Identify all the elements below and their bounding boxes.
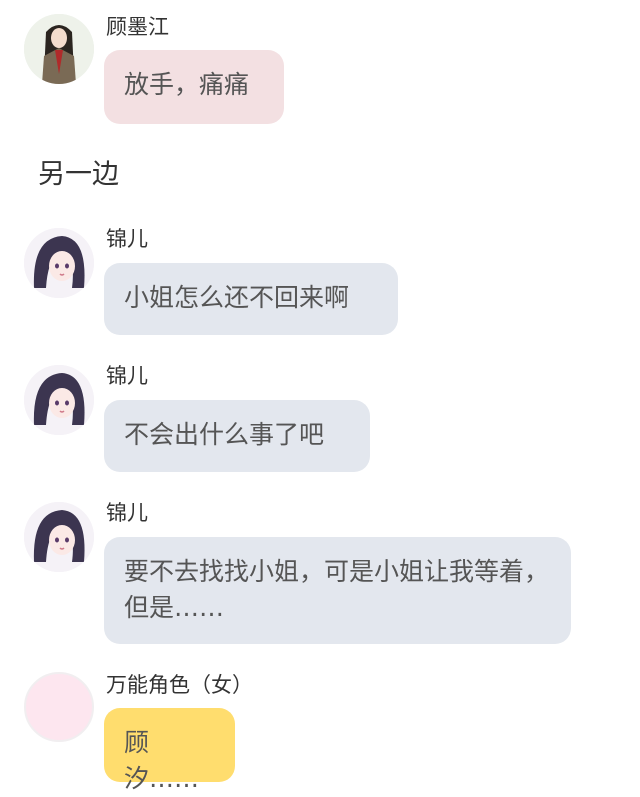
sender-name: 锦儿 <box>106 364 148 388</box>
narration-text: 另一边 <box>38 159 119 190</box>
avatar[interactable] <box>24 14 94 84</box>
message-bubble[interactable]: 顾汐…… <box>104 708 235 793</box>
message-bubble[interactable]: 小姐怎么还不回来啊 <box>104 263 398 335</box>
message-bubble[interactable]: 放手，痛痛 <box>104 50 284 124</box>
message-bubble[interactable]: 要不去找找小姐，可是小姐让我等着，但是…… <box>104 537 571 644</box>
female-character-avatar-icon <box>24 502 94 572</box>
female-character-avatar-icon <box>24 365 94 435</box>
avatar[interactable] <box>24 228 94 298</box>
sender-name: 顾墨江 <box>106 15 169 39</box>
avatar[interactable] <box>24 502 94 572</box>
avatar[interactable] <box>24 672 94 742</box>
sender-name: 锦儿 <box>106 227 148 251</box>
sender-name: 锦儿 <box>106 501 148 525</box>
sender-name: 万能角色（女） <box>106 673 253 697</box>
message-bubble[interactable]: 不会出什么事了吧 <box>104 400 370 472</box>
avatar[interactable] <box>24 365 94 435</box>
female-character-avatar-icon <box>24 228 94 298</box>
male-character-avatar-icon <box>24 14 94 84</box>
